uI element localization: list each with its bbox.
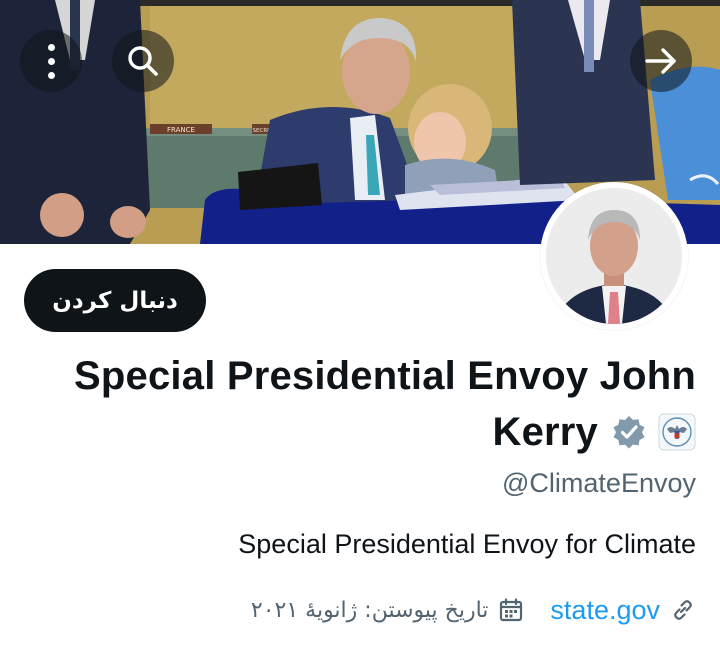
verified-badge-icon[interactable] — [612, 415, 646, 449]
display-name-last: Kerry — [492, 410, 598, 454]
search-button[interactable] — [112, 30, 174, 92]
follow-button[interactable]: دنبال کردن — [24, 269, 206, 332]
us-government-seal-icon[interactable] — [658, 413, 696, 451]
forward-button[interactable] — [630, 30, 692, 92]
user-handle: @ClimateEnvoy — [502, 468, 696, 498]
joined-label: تاریخ پیوستن: ژانویهٔ ۲۰۲۱ — [250, 597, 489, 623]
placard-left: FRANCE — [167, 126, 195, 134]
display-name-line-2: Kerry — [492, 408, 696, 456]
avatar[interactable] — [540, 182, 688, 330]
profile-bio: Special Presidential Envoy for Climate — [238, 529, 696, 559]
arrow-right-icon — [645, 48, 676, 74]
link-icon — [674, 600, 692, 620]
avatar-photo — [546, 188, 682, 324]
website-item[interactable]: state.gov — [550, 595, 696, 626]
search-icon — [128, 46, 158, 76]
calendar-icon — [500, 598, 523, 622]
profile-meta: تاریخ پیوستن: ژانویهٔ ۲۰۲۱ state.gov — [251, 590, 696, 630]
display-name-line-1: Special Presidential Envoy John — [74, 354, 696, 398]
joined-date: تاریخ پیوستن: ژانویهٔ ۲۰۲۱ — [251, 597, 525, 623]
more-vertical-icon — [47, 43, 55, 79]
more-options-button[interactable] — [20, 30, 82, 92]
website-link[interactable]: state.gov — [550, 595, 660, 626]
